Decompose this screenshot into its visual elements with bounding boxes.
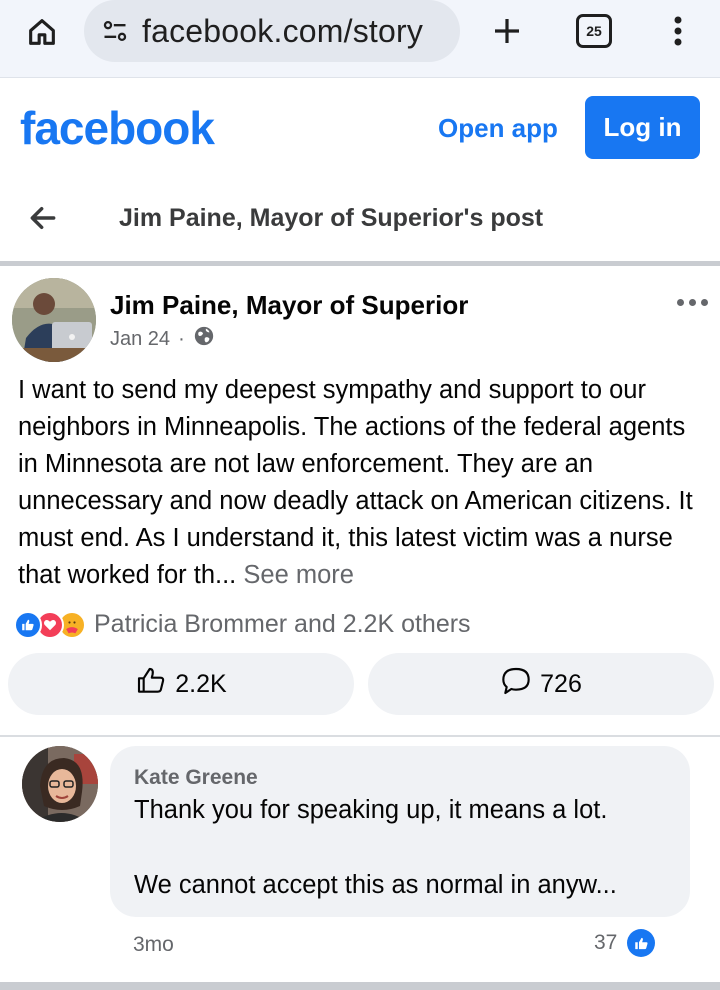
section-divider-bottom: [0, 982, 720, 990]
commenter-name[interactable]: Kate Greene: [134, 766, 258, 790]
comment-timestamp[interactable]: 3mo: [133, 933, 174, 957]
like-reaction-icon: [14, 610, 42, 639]
tune-icon[interactable]: [100, 16, 130, 46]
see-more-link[interactable]: See more: [243, 561, 354, 589]
reactions-summary[interactable]: Patricia Brommer and 2.2K others: [14, 610, 471, 639]
post-body: I want to send my deepest sympathy and s…: [18, 372, 708, 594]
facebook-logo[interactable]: facebook: [20, 101, 215, 155]
post-text: I want to send my deepest sympathy and s…: [18, 376, 693, 589]
comment-bubble: Kate Greene Thank you for speaking up, i…: [110, 746, 690, 917]
reactions-text: Patricia Brommer and 2.2K others: [94, 610, 471, 638]
browser-toolbar: facebook.com/story 25: [0, 0, 720, 78]
plus-icon[interactable]: [486, 10, 528, 52]
comment-text-line1: Thank you for speaking up, it means a lo…: [134, 796, 608, 824]
thumbs-up-icon: [135, 665, 167, 704]
dot: [700, 298, 708, 306]
commenter-avatar[interactable]: [22, 746, 98, 822]
comments-divider: [0, 735, 720, 737]
meta-separator: ·: [178, 327, 185, 350]
comment-text-line2: We cannot accept this as normal in anyw.…: [134, 871, 617, 899]
globe-icon: [193, 325, 215, 353]
tab-switcher-button[interactable]: 25: [576, 14, 612, 48]
address-bar[interactable]: facebook.com/story: [84, 0, 460, 62]
post-meta: Jan 24 ·: [110, 325, 215, 353]
comment-likes[interactable]: 37: [594, 929, 656, 957]
back-arrow-icon[interactable]: [24, 199, 62, 237]
like-button[interactable]: 2.2K: [8, 653, 354, 715]
comment-count: 726: [540, 669, 582, 698]
open-app-link[interactable]: Open app: [438, 113, 558, 144]
comment-button[interactable]: 726: [368, 653, 714, 715]
kebab-menu-icon[interactable]: [660, 10, 696, 52]
post-nav-bar: Jim Paine, Mayor of Superior's post: [0, 179, 720, 261]
post-date[interactable]: Jan 24: [110, 328, 170, 351]
like-reaction-icon: [627, 929, 656, 957]
comment-like-count: 37: [594, 931, 618, 954]
url-text: facebook.com/story: [142, 12, 424, 49]
like-count: 2.2K: [175, 669, 227, 698]
post-options-button[interactable]: [672, 288, 712, 316]
page-title: Jim Paine, Mayor of Superior's post: [119, 204, 544, 232]
site-header: facebook Open app Log in: [0, 79, 720, 179]
login-button[interactable]: Log in: [585, 96, 700, 159]
comment-bubble-icon: [500, 665, 532, 704]
home-icon[interactable]: [22, 12, 62, 52]
dot: [676, 298, 684, 306]
post-author-name[interactable]: Jim Paine, Mayor of Superior: [110, 290, 468, 321]
author-avatar[interactable]: [12, 278, 96, 362]
dot: [688, 298, 696, 306]
section-divider: [0, 261, 720, 266]
